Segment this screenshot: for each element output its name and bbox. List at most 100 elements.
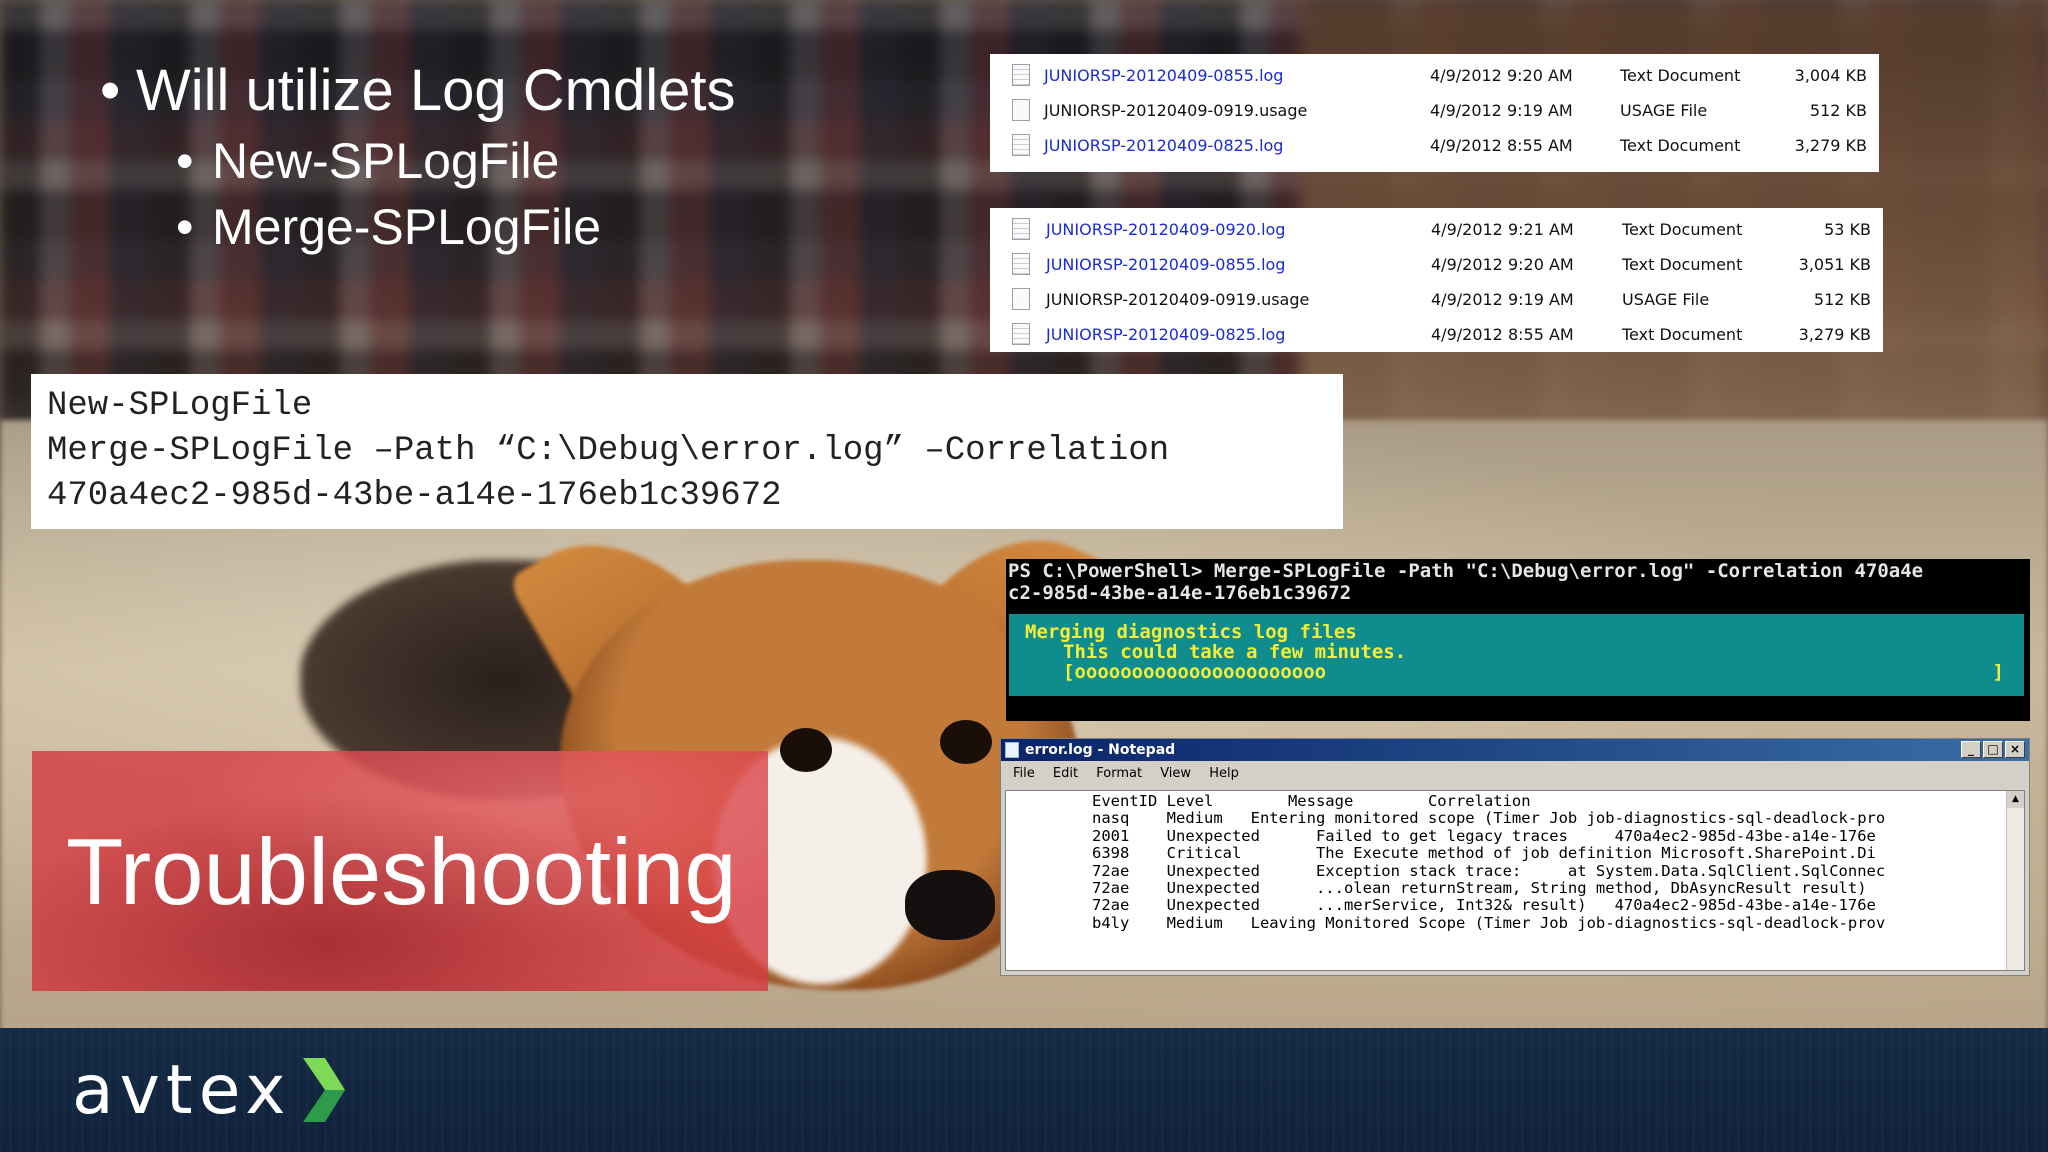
code-snippet: New-SPLogFile Merge-SPLogFile –Path “C:\… <box>31 374 1343 529</box>
log-line: 72ae Unexpected ...merService, Int32& re… <box>1092 896 1876 915</box>
file-date: 4/9/2012 9:21 AM <box>1431 220 1574 239</box>
file-size: 512 KB <box>1813 290 1871 309</box>
scroll-up-arrow-icon[interactable]: ▲ <box>2007 791 2024 808</box>
file-date: 4/9/2012 8:55 AM <box>1430 136 1573 155</box>
file-name[interactable]: JUNIORSP-20120409-0919.usage <box>1044 101 1307 120</box>
file-size: 3,279 KB <box>1794 136 1867 155</box>
bullet-sub-text: New-SPLogFile <box>212 133 560 189</box>
notepad-menubar: File Edit Format View Help <box>1001 761 2029 786</box>
text-file-icon <box>1012 253 1030 275</box>
menu-help[interactable]: Help <box>1209 766 1239 781</box>
menu-edit[interactable]: Edit <box>1053 766 1078 781</box>
file-row[interactable]: JUNIORSP-20120409-0919.usage 4/9/2012 9:… <box>990 282 1883 317</box>
log-line: b4ly Medium Leaving Monitored Scope (Tim… <box>1092 913 1886 932</box>
notepad-titlebar[interactable]: error.log - Notepad _ □ × <box>1001 739 2029 761</box>
file-type: Text Document <box>1620 136 1741 155</box>
logo-wordmark: avtex <box>72 1050 292 1130</box>
file-row[interactable]: JUNIORSP-20120409-0920.log 4/9/2012 9:21… <box>990 212 1883 247</box>
bullet-dot-icon: • <box>176 199 194 255</box>
minimize-button[interactable]: _ <box>1961 741 1981 758</box>
ps-command-line: PS C:\PowerShell> Merge-SPLogFile -Path … <box>1008 560 1924 582</box>
file-name[interactable]: JUNIORSP-20120409-0920.log <box>1046 220 1285 239</box>
log-content: EventID Level Message Correlation nasq M… <box>1092 792 1886 932</box>
menu-format[interactable]: Format <box>1096 766 1142 781</box>
text-file-icon <box>1012 134 1030 156</box>
text-file-icon <box>1012 64 1030 86</box>
file-name[interactable]: JUNIORSP-20120409-0855.log <box>1044 66 1283 85</box>
file-row[interactable]: JUNIORSP-20120409-0855.log 4/9/2012 9:20… <box>990 58 1879 93</box>
avtex-logo: avtex <box>72 1050 347 1130</box>
file-size: 3,004 KB <box>1794 66 1867 85</box>
window-controls: _ □ × <box>1961 741 2025 758</box>
file-size: 3,279 KB <box>1798 325 1871 344</box>
text-file-icon <box>1012 323 1030 345</box>
ps-command-line: c2-985d-43be-a14e-176eb1c39672 <box>1008 582 1352 604</box>
file-size: 512 KB <box>1809 101 1867 120</box>
explorer-file-list-before: JUNIORSP-20120409-0855.log 4/9/2012 9:20… <box>990 54 1879 172</box>
vertical-scrollbar[interactable]: ▲ <box>2006 791 2024 970</box>
file-row[interactable]: JUNIORSP-20120409-0825.log 4/9/2012 8:55… <box>990 317 1883 352</box>
code-line: New-SPLogFile <box>47 387 313 425</box>
ps-progress-title: Merging diagnostics log files <box>1025 621 1357 643</box>
bullet-sub-text: Merge-SPLogFile <box>212 199 602 255</box>
footer-bar: avtex <box>0 1028 2048 1152</box>
log-line: 6398 Critical The Execute method of job … <box>1092 844 1876 863</box>
file-row[interactable]: JUNIORSP-20120409-0919.usage 4/9/2012 9:… <box>990 93 1879 128</box>
usage-file-icon <box>1012 288 1030 310</box>
log-line: nasq Medium Entering monitored scope (Ti… <box>1092 809 1886 828</box>
section-banner: Troubleshooting <box>32 751 768 991</box>
ps-progress-panel: Merging diagnostics log files This could… <box>1009 614 2024 696</box>
bullet-main-text: Will utilize Log Cmdlets <box>136 58 736 123</box>
bullet-sub: • Merge-SPLogFile <box>176 194 736 260</box>
file-row[interactable]: JUNIORSP-20120409-0825.log 4/9/2012 8:55… <box>990 128 1879 163</box>
ps-progress-note: This could take a few minutes. <box>1063 641 1407 663</box>
notepad-text-area[interactable]: EventID Level Message Correlation nasq M… <box>1005 790 2025 971</box>
close-button[interactable]: × <box>2005 741 2025 758</box>
code-line: 470a4ec2-985d-43be-a14e-176eb1c39672 <box>47 477 782 515</box>
maximize-button[interactable]: □ <box>1983 741 2003 758</box>
chevron-right-icon <box>303 1058 346 1122</box>
dog-eye-left <box>780 728 832 772</box>
log-line: 72ae Unexpected Exception stack trace: a… <box>1092 861 1886 880</box>
bullet-sub: • New-SPLogFile <box>176 128 736 194</box>
menu-file[interactable]: File <box>1013 766 1035 781</box>
file-size: 53 KB <box>1824 220 1871 239</box>
file-type: Text Document <box>1622 220 1743 239</box>
notepad-title: error.log - Notepad <box>1025 742 1176 758</box>
file-date: 4/9/2012 9:20 AM <box>1431 255 1574 274</box>
log-header-line: EventID Level Message Correlation <box>1092 792 1531 810</box>
file-name[interactable]: JUNIORSP-20120409-0919.usage <box>1046 290 1309 309</box>
bullet-dot-icon: • <box>100 58 121 123</box>
dog-nose <box>905 870 995 940</box>
file-name[interactable]: JUNIORSP-20120409-0855.log <box>1046 255 1285 274</box>
file-date: 4/9/2012 9:19 AM <box>1431 290 1574 309</box>
log-line: 72ae Unexpected ...olean returnStream, S… <box>1092 879 1867 898</box>
bullet-main: • Will utilize Log Cmdlets <box>100 54 736 128</box>
file-type: Text Document <box>1622 325 1743 344</box>
ps-progress-bar-end: ] <box>1992 661 2004 683</box>
code-line: Merge-SPLogFile –Path “C:\Debug\error.lo… <box>47 432 1170 470</box>
explorer-file-list-after: JUNIORSP-20120409-0920.log 4/9/2012 9:21… <box>990 208 1883 352</box>
file-size: 3,051 KB <box>1798 255 1871 274</box>
file-type: Text Document <box>1620 66 1741 85</box>
usage-file-icon <box>1012 99 1030 121</box>
file-date: 4/9/2012 9:19 AM <box>1430 101 1573 120</box>
file-date: 4/9/2012 8:55 AM <box>1431 325 1574 344</box>
menu-view[interactable]: View <box>1160 766 1191 781</box>
text-file-icon <box>1012 218 1030 240</box>
file-row[interactable]: JUNIORSP-20120409-0855.log 4/9/2012 9:20… <box>990 247 1883 282</box>
dog-eye-right <box>940 720 992 764</box>
file-type: USAGE File <box>1622 290 1710 309</box>
notepad-window: error.log - Notepad _ □ × File Edit Form… <box>1000 738 2030 976</box>
bullet-dot-icon: • <box>176 133 194 189</box>
bullet-list: • Will utilize Log Cmdlets • New-SPLogFile… <box>100 54 736 260</box>
file-date: 4/9/2012 9:20 AM <box>1430 66 1573 85</box>
file-name[interactable]: JUNIORSP-20120409-0825.log <box>1044 136 1283 155</box>
powershell-console: PS C:\PowerShell> Merge-SPLogFile -Path … <box>1006 559 2030 721</box>
file-name[interactable]: JUNIORSP-20120409-0825.log <box>1046 325 1285 344</box>
section-title: Troubleshooting <box>66 819 737 924</box>
file-type: USAGE File <box>1620 101 1708 120</box>
notepad-icon <box>1005 742 1019 758</box>
file-type: Text Document <box>1622 255 1743 274</box>
log-line: 2001 Unexpected Failed to get legacy tra… <box>1092 826 1876 845</box>
